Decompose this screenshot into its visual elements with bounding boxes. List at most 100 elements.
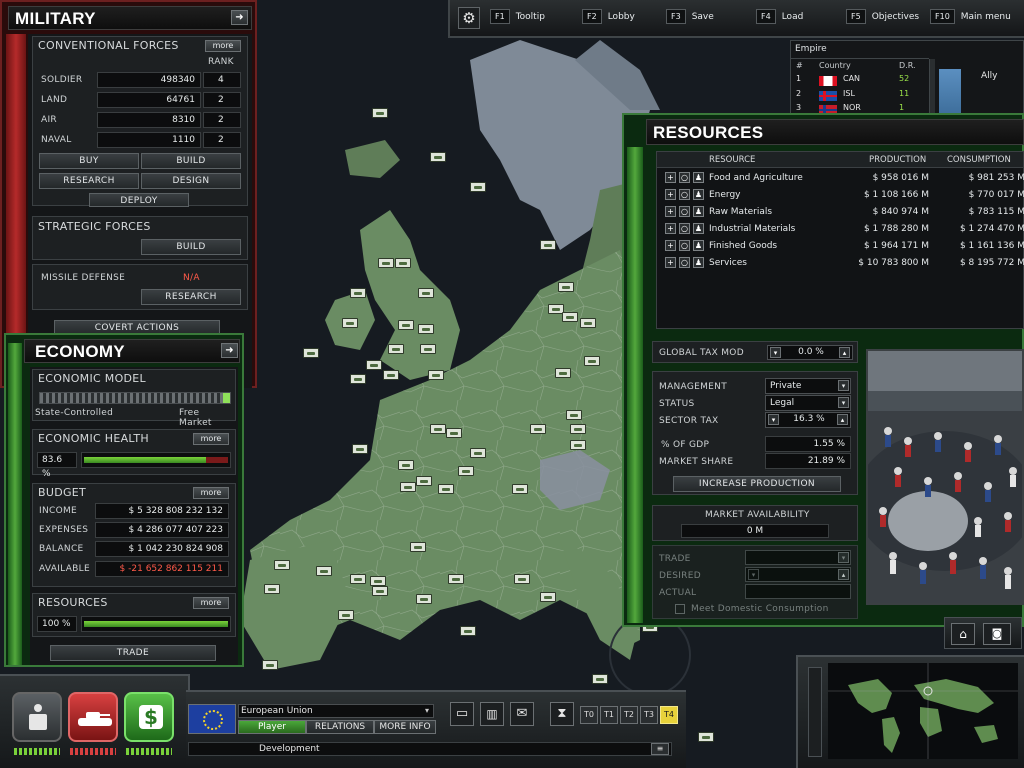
f4-load-button[interactable]: F4 Load	[756, 8, 803, 26]
map-unit-icon[interactable]	[592, 674, 608, 684]
map-unit-icon[interactable]	[448, 574, 464, 584]
expand-plus-icon[interactable]: +	[665, 189, 676, 200]
economy-trade-button[interactable]: TRADE	[50, 645, 216, 661]
increase-arrow-icon[interactable]: ▴	[837, 414, 848, 425]
politics-button[interactable]	[12, 692, 62, 742]
map-unit-icon[interactable]	[416, 476, 432, 486]
more-button[interactable]: more	[193, 487, 229, 499]
f10-main-menu-button[interactable]: F10 Main menu	[930, 8, 1011, 26]
map-unit-icon[interactable]	[580, 318, 596, 328]
economic-model-handle[interactable]	[223, 393, 230, 403]
map-unit-icon[interactable]	[558, 282, 574, 292]
map-unit-icon[interactable]	[514, 574, 530, 584]
deploy-button[interactable]: DEPLOY	[89, 193, 189, 207]
empire-scrollbar[interactable]	[929, 59, 935, 119]
more-button[interactable]: more	[193, 597, 229, 609]
research-button[interactable]: RESEARCH	[39, 173, 139, 189]
map-unit-icon[interactable]	[366, 360, 382, 370]
economic-model-slider[interactable]	[39, 392, 231, 404]
map-unit-icon[interactable]	[410, 542, 426, 552]
more-info-button[interactable]: MORE INFO	[374, 720, 436, 734]
expand-plus-icon[interactable]: +	[665, 257, 676, 268]
map-unit-icon[interactable]	[512, 484, 528, 494]
map-unit-icon[interactable]	[540, 592, 556, 602]
player-tab[interactable]: Player	[238, 720, 306, 734]
map-unit-icon[interactable]	[350, 574, 366, 584]
map-unit-icon[interactable]	[438, 484, 454, 494]
home-icon[interactable]: ⌂	[951, 623, 975, 645]
map-unit-icon[interactable]	[470, 448, 486, 458]
map-unit-icon[interactable]	[262, 660, 278, 670]
map-unit-icon[interactable]	[446, 428, 462, 438]
design-button[interactable]: DESIGN	[141, 173, 241, 189]
buy-button[interactable]: BUY	[39, 153, 139, 169]
map-unit-icon[interactable]	[400, 482, 416, 492]
map-unit-icon[interactable]	[584, 356, 600, 366]
map-unit-icon[interactable]	[398, 320, 414, 330]
more-button[interactable]: more	[205, 40, 241, 52]
map-unit-icon[interactable]	[530, 424, 546, 434]
resource-row[interactable]: + ○ ♟ Industrial Materials $ 1 788 280 M $…	[665, 221, 1024, 237]
map-unit-icon[interactable]	[370, 576, 386, 586]
expand-plus-icon[interactable]: +	[665, 240, 676, 251]
camera-icon[interactable]: ◙	[983, 623, 1011, 645]
map-unit-icon[interactable]	[460, 626, 476, 636]
map-unit-icon[interactable]	[316, 566, 332, 576]
chart-icon[interactable]: ▥	[480, 702, 504, 726]
map-unit-icon[interactable]	[395, 258, 411, 268]
meet-domestic-checkbox[interactable]	[675, 604, 685, 614]
map-unit-icon[interactable]	[352, 444, 368, 454]
increase-production-button[interactable]: INCREASE PRODUCTION	[673, 476, 841, 492]
military-category-button[interactable]	[68, 692, 118, 742]
map-unit-icon[interactable]	[420, 344, 436, 354]
collapse-arrow-icon[interactable]: ➜	[231, 10, 248, 25]
map-unit-icon[interactable]	[555, 368, 571, 378]
resource-row[interactable]: + ○ ♟ Raw Materials $ 840 974 M $ 783 115 …	[665, 204, 1024, 220]
resource-row[interactable]: + ○ ♟ Energy $ 1 108 166 M $ 770 017 M	[665, 187, 1024, 203]
map-unit-icon[interactable]	[418, 324, 434, 334]
decrease-arrow-icon[interactable]: ▾	[768, 414, 779, 425]
speed-t1-button[interactable]: T1	[600, 706, 618, 724]
more-button[interactable]: more	[193, 433, 229, 445]
map-unit-icon[interactable]	[566, 410, 582, 420]
collapse-arrow-icon[interactable]: ➜	[221, 343, 238, 358]
empire-row[interactable]: 1 CAN 52	[791, 74, 929, 88]
decrease-arrow-icon[interactable]: ▾	[748, 569, 759, 580]
speed-t3-button[interactable]: T3	[640, 706, 658, 724]
country-dropdown[interactable]: European Union ▾	[238, 704, 434, 718]
f1-tooltip-button[interactable]: F1 Tooltip	[490, 8, 545, 26]
gear-icon[interactable]: ⚙	[458, 7, 480, 29]
sector-tax-stepper[interactable]: ▾ 16.3 % ▴	[765, 412, 851, 428]
map-unit-icon[interactable]	[570, 424, 586, 434]
map-unit-icon[interactable]	[418, 288, 434, 298]
f3-save-button[interactable]: F3 Save	[666, 8, 714, 26]
map-unit-icon[interactable]	[428, 370, 444, 380]
minimap-zoom-slider[interactable]	[808, 667, 822, 757]
management-dropdown[interactable]: Private ▾	[765, 378, 851, 394]
relations-button[interactable]: RELATIONS	[306, 720, 374, 734]
map-unit-icon[interactable]	[416, 594, 432, 604]
map-unit-icon[interactable]	[350, 374, 366, 384]
map-unit-icon[interactable]	[338, 610, 354, 620]
map-unit-icon[interactable]	[372, 586, 388, 596]
speed-t4-button[interactable]: T4	[660, 706, 678, 724]
expand-plus-icon[interactable]: +	[665, 172, 676, 183]
resource-row[interactable]: + ○ ♟ Services $ 10 783 800 M $ 8 195 772 …	[665, 255, 1024, 271]
map-unit-icon[interactable]	[350, 288, 366, 298]
f2-lobby-button[interactable]: F2 Lobby	[582, 8, 635, 26]
empire-row[interactable]: 2 ISL 11	[791, 89, 929, 103]
map-unit-icon[interactable]	[458, 466, 474, 476]
minimap-world[interactable]	[828, 663, 1018, 759]
map-unit-icon[interactable]	[372, 108, 388, 118]
decrease-arrow-icon[interactable]: ▾	[770, 347, 781, 358]
map-unit-icon[interactable]	[274, 560, 290, 570]
map-unit-icon[interactable]	[570, 440, 586, 450]
map-unit-icon[interactable]	[540, 240, 556, 250]
hourglass-icon[interactable]: ⧗	[550, 702, 574, 726]
map-unit-icon[interactable]	[398, 460, 414, 470]
expand-plus-icon[interactable]: +	[665, 206, 676, 217]
map-unit-icon[interactable]	[383, 370, 399, 380]
f5-objectives-button[interactable]: F5 Objectives	[846, 8, 919, 26]
map-unit-icon[interactable]	[470, 182, 486, 192]
map-unit-icon[interactable]	[303, 348, 319, 358]
